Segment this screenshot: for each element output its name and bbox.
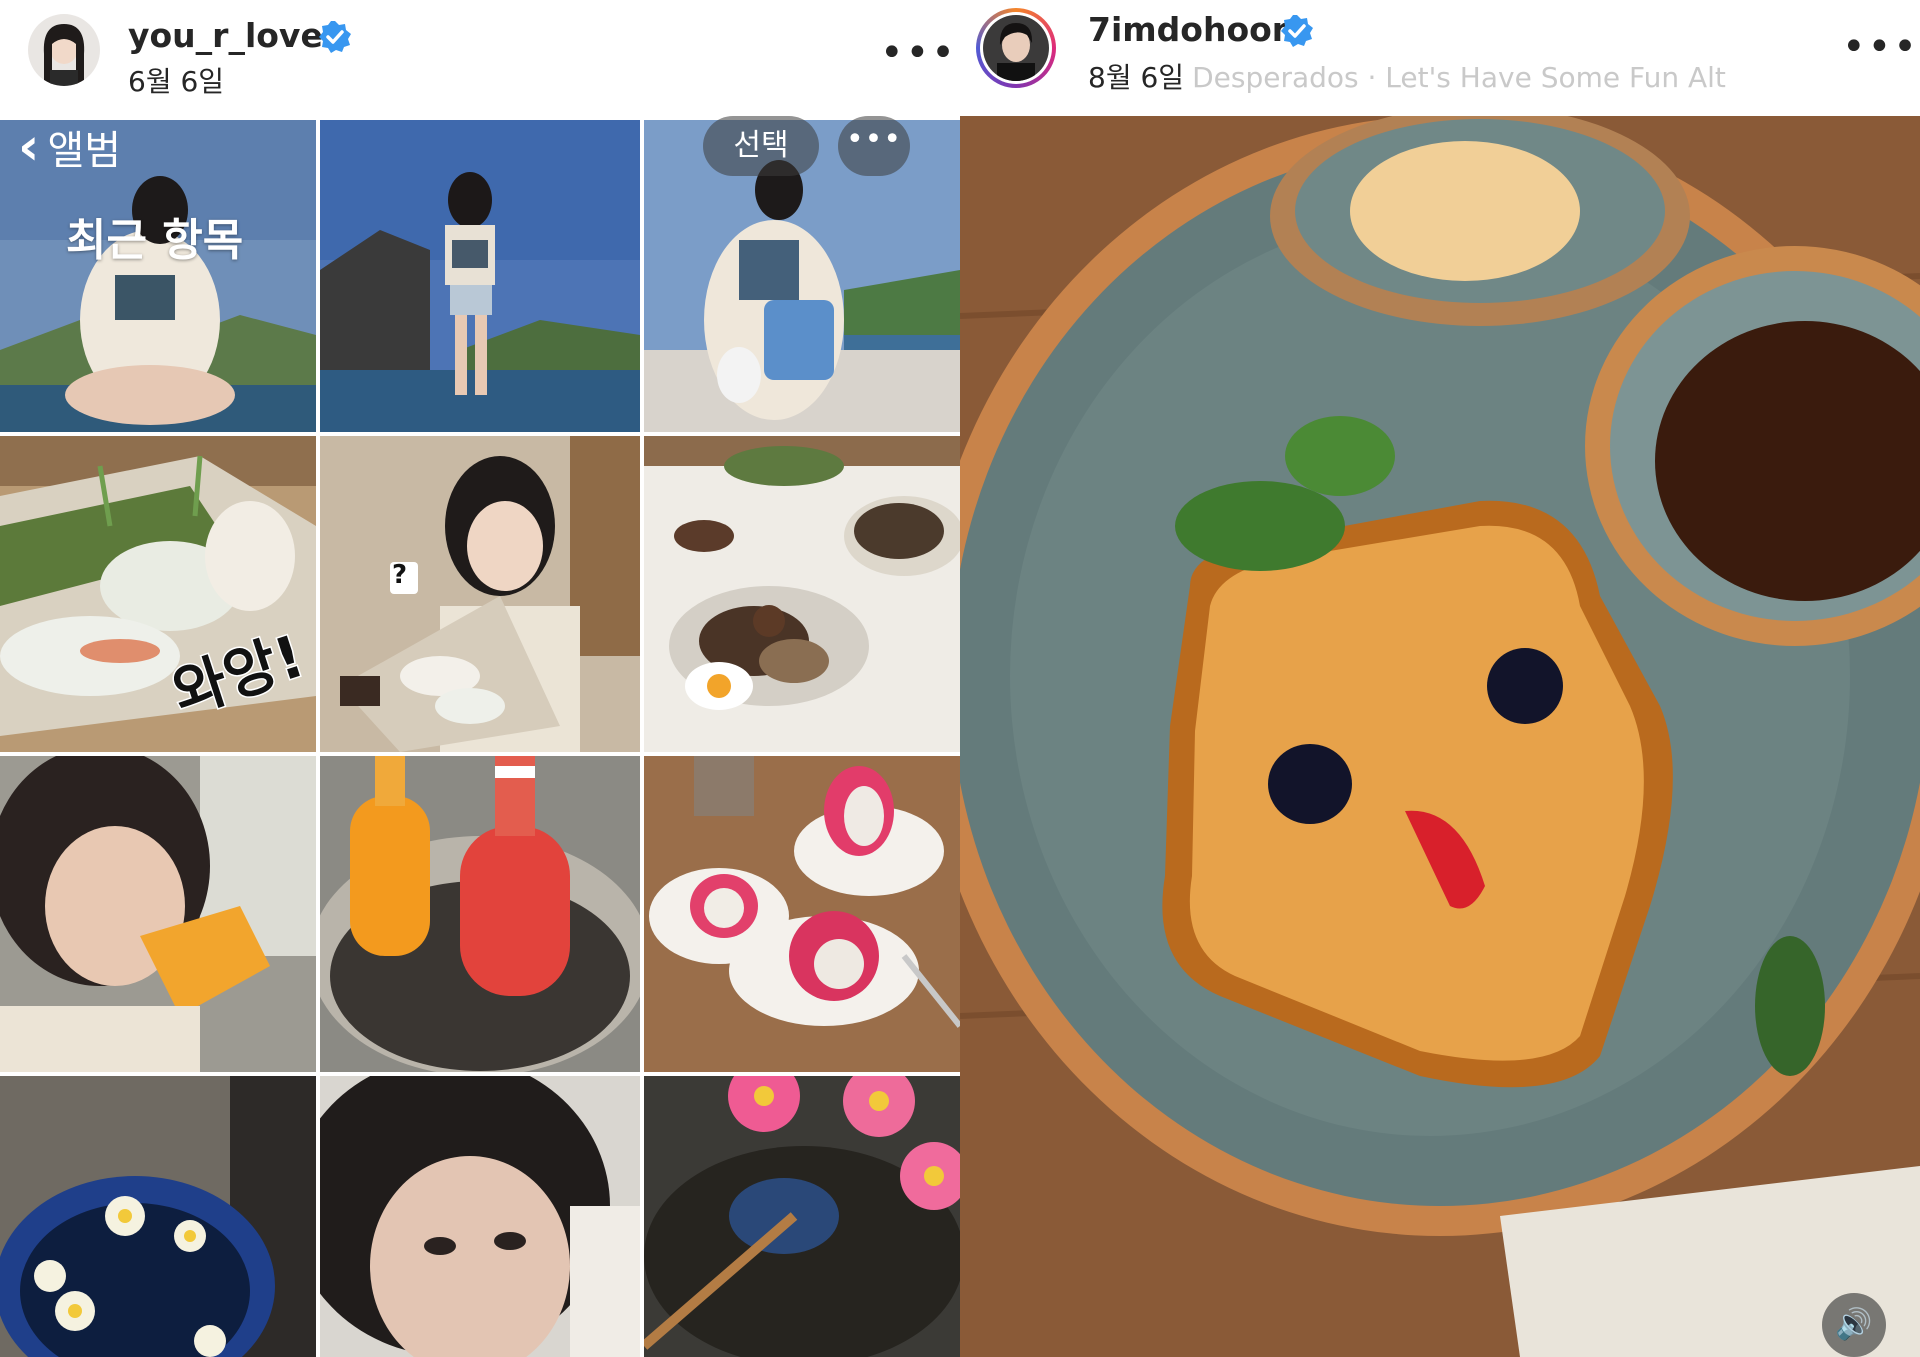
photo-selfie-close[interactable] bbox=[320, 1076, 640, 1357]
photo-juice-bottles[interactable] bbox=[320, 756, 640, 1072]
post-date: 6월 6일 bbox=[128, 65, 225, 98]
avatar bbox=[983, 15, 1049, 81]
more-options-button[interactable]: ••• bbox=[880, 33, 955, 74]
chevron-left-icon: ‹ bbox=[18, 117, 40, 177]
username[interactable]: 7imdohoon bbox=[1088, 10, 1295, 49]
post-header: 7imdohoon 8월 6일 Desperados · Let's Have S… bbox=[960, 0, 1920, 118]
post-date: 8월 6일 bbox=[1088, 61, 1185, 94]
photo-eating-mango[interactable] bbox=[0, 756, 316, 1072]
photo-girl-with-rolls[interactable]: ? bbox=[320, 436, 640, 752]
album-more-button[interactable]: ••• bbox=[838, 116, 910, 176]
photo-flowers-pond[interactable] bbox=[644, 1076, 960, 1357]
select-button[interactable]: 선택 bbox=[703, 116, 819, 176]
right-post: 7imdohoon 8월 6일 Desperados · Let's Have S… bbox=[960, 0, 1920, 1357]
photo-dinner-table[interactable] bbox=[644, 436, 960, 752]
avatar[interactable] bbox=[28, 14, 100, 86]
photo-dragon-fruit[interactable] bbox=[644, 756, 960, 1072]
question-sticker: ? bbox=[392, 560, 408, 590]
post-header: you_r_love 6월 6일 ••• bbox=[0, 0, 960, 118]
album-back-button[interactable]: ‹ 앨범 bbox=[18, 118, 121, 176]
music-track[interactable]: Desperados · Let's Have Some Fun Alt bbox=[1192, 61, 1726, 94]
avatar-story-ring[interactable] bbox=[976, 8, 1056, 88]
french-toast-photo[interactable] bbox=[960, 116, 1920, 1357]
album-back-label: 앨범 bbox=[47, 128, 122, 174]
photo-flower-bowl[interactable] bbox=[0, 1076, 316, 1357]
more-options-button[interactable]: ••• bbox=[1842, 27, 1917, 68]
left-post: you_r_love 6월 6일 ••• ? ‹ 앨범 최근 항목 선택 •••… bbox=[0, 0, 960, 1357]
verified-badge-icon bbox=[319, 21, 351, 53]
verified-badge-icon bbox=[1281, 15, 1313, 47]
username[interactable]: you_r_love bbox=[128, 16, 323, 55]
post-date-and-music: 8월 6일 Desperados · Let's Have Some Fun Al… bbox=[1088, 56, 1726, 96]
photo-standing-by-pool[interactable] bbox=[320, 120, 640, 432]
album-title: 최근 항목 bbox=[66, 215, 244, 266]
photo-spring-rolls[interactable] bbox=[0, 436, 316, 752]
speaker-icon: 🔊 bbox=[1835, 1307, 1873, 1342]
sound-button[interactable]: 🔊 bbox=[1822, 1293, 1886, 1357]
